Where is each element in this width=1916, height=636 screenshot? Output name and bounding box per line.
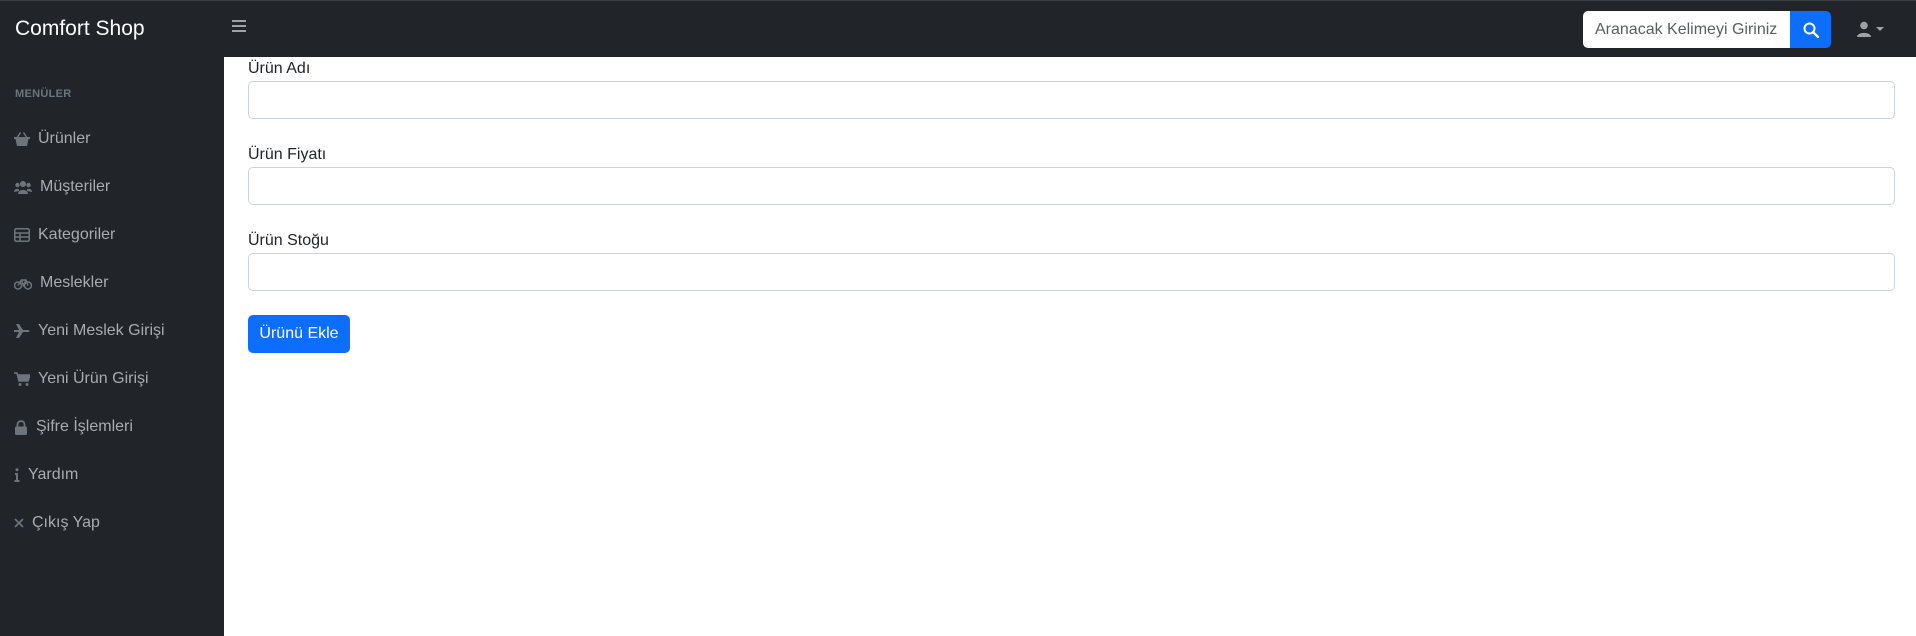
product-name-label: Ürün Adı	[248, 60, 311, 77]
user-dropdown[interactable]	[1856, 19, 1884, 39]
sidebar-item-yardim[interactable]: Yardım	[14, 461, 78, 489]
user-icon	[1857, 21, 1871, 37]
sidebar: MENÜLER Ürünler Müşteriler Kategoriler M…	[0, 57, 224, 636]
product-price-input[interactable]	[248, 167, 1895, 205]
main-content: Ürün Adı Ürün Fiyatı Ürün Stoğu Ürünü Ek…	[224, 57, 1916, 636]
product-stock-label: Ürün Stoğu	[248, 232, 329, 249]
lock-icon	[15, 419, 27, 435]
product-name-input[interactable]	[248, 81, 1895, 119]
search-icon	[1803, 22, 1819, 38]
sidebar-item-label: Kategoriler	[38, 226, 116, 243]
menu-bar-icon	[232, 25, 246, 27]
menu-bar-icon	[232, 20, 246, 22]
sidebar-item-label: Yeni Ürün Girişi	[38, 370, 149, 387]
sidebar-item-yeni-urun-girisi[interactable]: Yeni Ürün Girişi	[14, 365, 149, 393]
product-price-label: Ürün Fiyatı	[248, 146, 327, 163]
table-icon	[14, 228, 30, 242]
search-input[interactable]	[1583, 11, 1790, 48]
search-form	[1583, 11, 1831, 48]
sidebar-item-cikis-yap[interactable]: Çıkış Yap	[14, 509, 100, 537]
close-icon	[14, 518, 24, 528]
sidebar-item-urunler[interactable]: Ürünler	[14, 125, 90, 153]
sidebar-item-sifre-islemleri[interactable]: Şifre İşlemleri	[14, 413, 133, 441]
sidebar-item-label: Meslekler	[40, 274, 109, 291]
sidebar-item-label: Ürünler	[38, 130, 91, 147]
bicycle-icon	[14, 279, 32, 290]
sidebar-toggle-button[interactable]	[232, 17, 246, 37]
sidebar-item-label: Yeni Meslek Girişi	[38, 322, 165, 339]
sidebar-item-label: Yardım	[28, 466, 79, 483]
sidebar-item-meslekler[interactable]: Meslekler	[14, 269, 108, 297]
sidebar-item-yeni-meslek-girisi[interactable]: Yeni Meslek Girişi	[14, 317, 165, 345]
sidebar-item-label: Şifre İşlemleri	[36, 418, 133, 435]
users-icon	[14, 181, 32, 194]
cart-icon	[14, 372, 30, 386]
top-navbar: Comfort Shop	[0, 0, 1916, 57]
sidebar-item-label: Çıkış Yap	[32, 514, 100, 531]
search-button[interactable]	[1790, 11, 1831, 48]
add-product-button[interactable]: Ürünü Ekle	[248, 315, 350, 353]
menu-heading: MENÜLER	[15, 88, 72, 100]
product-stock-input[interactable]	[248, 253, 1895, 291]
plane-icon	[14, 324, 30, 338]
basket-icon	[14, 132, 30, 146]
info-icon	[14, 468, 20, 482]
sidebar-item-label: Müşteriler	[40, 178, 111, 195]
menu-bar-icon	[232, 30, 246, 32]
sidebar-item-musteriler[interactable]: Müşteriler	[14, 173, 110, 201]
sidebar-item-kategoriler[interactable]: Kategoriler	[14, 221, 115, 249]
brand-title[interactable]: Comfort Shop	[15, 17, 145, 41]
caret-down-icon	[1876, 27, 1884, 31]
